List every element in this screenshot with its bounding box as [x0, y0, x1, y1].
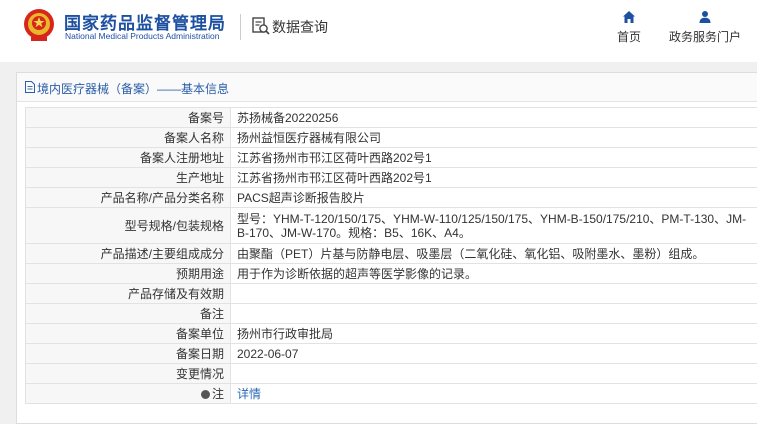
data-query-label: 数据查询 — [272, 19, 328, 35]
site-header: 国家药品监督管理局 National Medical Products Admi… — [0, 0, 757, 62]
national-emblem-icon — [24, 9, 54, 41]
field-value: PACS超声诊断报告胶片 — [230, 187, 757, 208]
field-value: 2022-06-07 — [230, 343, 757, 364]
table-row: 生产地址 江苏省扬州市邗江区荷叶西路202号1 — [25, 167, 757, 188]
site-logo-subtitle: National Medical Products Administration — [65, 31, 220, 41]
field-label: 产品存储及有效期 — [25, 283, 231, 304]
panel-title: 境内医疗器械（备案）——基本信息 — [37, 82, 230, 96]
nav-service-portal-label: 政务服务门户 — [668, 30, 741, 44]
field-value: 由聚酯（PET）片基与防静电层、吸墨层（二氧化硅、氧化铝、吸附墨水、墨粉）组成。 — [230, 243, 757, 264]
field-value: 扬州市行政审批局 — [230, 323, 757, 344]
field-label: 备案日期 — [25, 343, 231, 364]
table-row: 产品名称/产品分类名称 PACS超声诊断报告胶片 — [25, 187, 757, 208]
field-value — [230, 303, 757, 324]
field-label: 产品名称/产品分类名称 — [25, 187, 231, 208]
user-icon — [699, 11, 711, 23]
field-value: 江苏省扬州市邗江区荷叶西路202号1 — [230, 147, 757, 168]
table-row: 预期用途 用于作为诊断依据的超声等医学影像的记录。 — [25, 263, 757, 284]
note-label: 注 — [211, 387, 224, 401]
record-table: 备案号 苏扬械备20220256 备案人名称 扬州益恒医疗器械有限公司 备案人注… — [25, 107, 757, 404]
nav-home[interactable]: 首页 — [614, 10, 644, 45]
field-label: 产品描述/主要组成成分 — [25, 243, 231, 264]
field-label-note: 注 — [25, 383, 231, 404]
nav-service-portal[interactable]: 政务服务门户 — [664, 10, 746, 45]
table-row: 产品存储及有效期 — [25, 283, 757, 304]
field-value: 苏扬械备20220256 — [230, 107, 757, 128]
table-row: 备案人注册地址 江苏省扬州市邗江区荷叶西路202号1 — [25, 147, 757, 168]
field-label: 预期用途 — [25, 263, 231, 284]
field-value: 扬州益恒医疗器械有限公司 — [230, 127, 757, 148]
home-icon — [623, 11, 635, 23]
field-label: 生产地址 — [25, 167, 231, 188]
details-link[interactable]: 详情 — [237, 387, 261, 401]
table-row: 备案单位 扬州市行政审批局 — [25, 323, 757, 344]
table-row: 备案日期 2022-06-07 — [25, 343, 757, 364]
table-row: 备注 — [25, 303, 757, 324]
field-value: 用于作为诊断依据的超声等医学影像的记录。 — [230, 263, 757, 284]
field-value: 江苏省扬州市邗江区荷叶西路202号1 — [230, 167, 757, 188]
field-value: 详情 — [230, 383, 757, 404]
note-icon — [200, 390, 210, 399]
table-row: 变更情况 — [25, 363, 757, 384]
field-label: 型号规格/包装规格 — [25, 207, 231, 244]
table-row: 备案号 苏扬械备20220256 — [25, 107, 757, 128]
field-value — [230, 363, 757, 384]
panel-header: 境内医疗器械（备案）——基本信息 — [17, 73, 757, 102]
field-value — [230, 283, 757, 304]
field-label: 备案人名称 — [25, 127, 231, 148]
table-row: 产品描述/主要组成成分 由聚酯（PET）片基与防静电层、吸墨层（二氧化硅、氧化铝… — [25, 243, 757, 264]
field-label: 变更情况 — [25, 363, 231, 384]
table-row: 型号规格/包装规格 型号：YHM-T-120/150/175、YHM-W-110… — [25, 207, 757, 244]
field-label: 备案号 — [25, 107, 231, 128]
record-panel: 境内医疗器械（备案）——基本信息 备案号 苏扬械备20220256 备案人名称 … — [16, 72, 757, 424]
header-divider — [240, 14, 241, 40]
field-label: 备案人注册地址 — [25, 147, 231, 168]
table-row: 备案人名称 扬州益恒医疗器械有限公司 — [25, 127, 757, 148]
document-icon — [25, 81, 35, 93]
field-label: 备案单位 — [25, 323, 231, 344]
field-value: 型号：YHM-T-120/150/175、YHM-W-110/125/150/1… — [230, 207, 757, 244]
nav-home-label: 首页 — [616, 30, 641, 44]
field-label: 备注 — [25, 303, 231, 324]
data-query-icon — [252, 17, 270, 35]
table-row: 注 详情 — [25, 383, 757, 404]
